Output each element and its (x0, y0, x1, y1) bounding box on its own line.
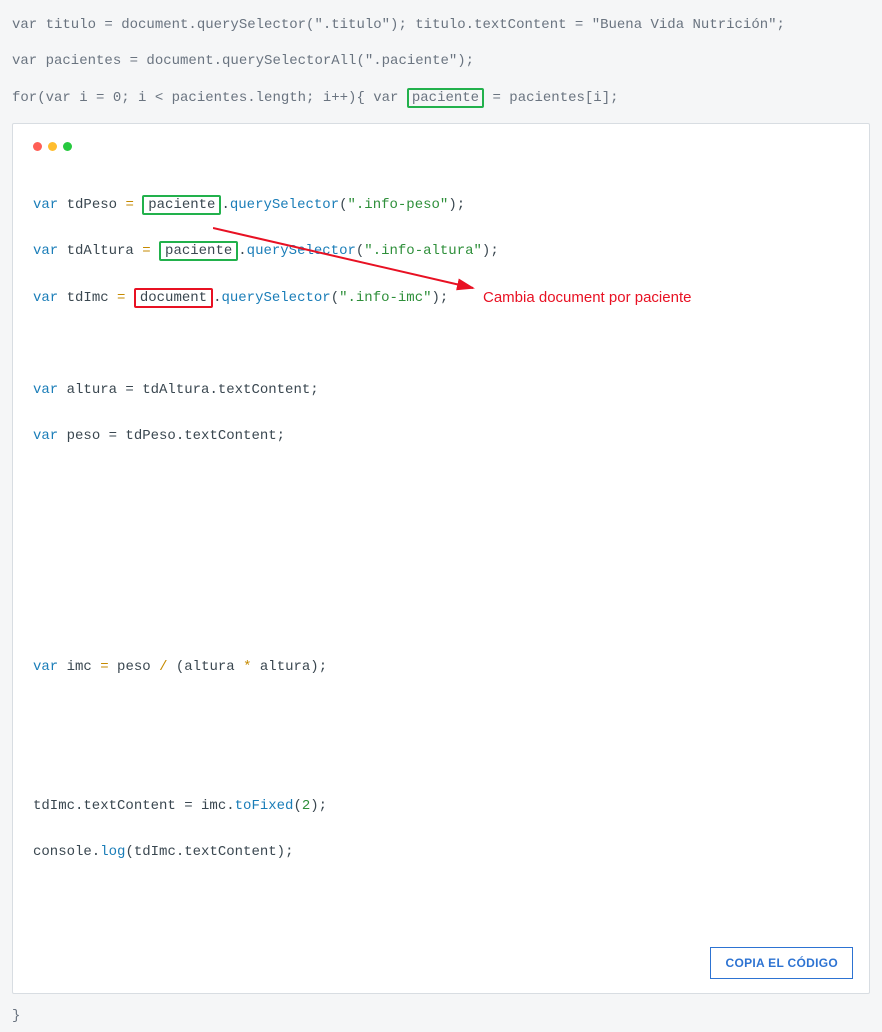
intro-line-3-prefix: for(var i = 0; i < pacientes.length; i++… (12, 90, 407, 106)
id: tdImc (58, 290, 117, 306)
intro-line-3: for(var i = 0; i < pacientes.length; i++… (12, 87, 870, 109)
t: ( (331, 290, 339, 306)
id: tdAltura (58, 243, 142, 259)
code-line-1: var tdPeso = paciente.querySelector(".in… (33, 194, 849, 217)
str: ".info-altura" (364, 243, 482, 259)
t: ( (293, 798, 301, 814)
kw: var (33, 243, 58, 259)
copy-code-button[interactable]: COPIA EL CÓDIGO (710, 947, 853, 979)
op: * (243, 659, 251, 675)
intro-line-3-boxed: paciente (407, 88, 484, 108)
fn: log (100, 844, 125, 860)
t: tdImc.textContent = imc. (33, 798, 235, 814)
code-blank (33, 749, 849, 772)
intro-line-2: var pacientes = document.querySelectorAl… (12, 50, 870, 72)
num: 2 (302, 798, 310, 814)
kw: var (33, 290, 58, 306)
intro-line-1: var titulo = document.querySelector(".ti… (12, 14, 870, 36)
annotation-text: Cambia document por paciente (483, 286, 691, 311)
sp (151, 243, 159, 259)
op: = (100, 659, 108, 675)
highlight-paciente-1: paciente (142, 195, 221, 215)
id: tdPeso (58, 197, 125, 213)
highlight-document: document (134, 288, 213, 308)
kw: var (33, 197, 58, 213)
code-line-6: var peso = tdPeso.textContent; (33, 425, 849, 448)
code-area: var tdPeso = paciente.querySelector(".in… (33, 171, 849, 979)
sp (125, 290, 133, 306)
t: peso = tdPeso.textContent; (58, 428, 285, 444)
kw: var (33, 659, 58, 675)
code-blank (33, 518, 849, 541)
op: = (142, 243, 150, 259)
highlight-paciente-2: paciente (159, 241, 238, 261)
code-line-10: var imc = peso / (altura * altura); (33, 656, 849, 679)
code-line-14: console.log(tdImc.textContent); (33, 841, 849, 864)
str: ".info-peso" (348, 197, 449, 213)
kw: var (33, 382, 58, 398)
window-traffic-lights (33, 142, 849, 151)
fn: toFixed (235, 798, 294, 814)
code-blank (33, 333, 849, 356)
fn: querySelector (230, 197, 339, 213)
t: imc (58, 659, 100, 675)
traffic-dot-red-icon (33, 142, 42, 151)
code-blank (33, 564, 849, 587)
t: console. (33, 844, 100, 860)
t: ); (432, 290, 449, 306)
traffic-dot-green-icon (63, 142, 72, 151)
fn: querySelector (247, 243, 356, 259)
t: ( (339, 197, 347, 213)
t: ); (482, 243, 499, 259)
t: ); (448, 197, 465, 213)
t: (altura (167, 659, 243, 675)
t: peso (109, 659, 159, 675)
kw: var (33, 428, 58, 444)
code-block-card: var tdPeso = paciente.querySelector(".in… (12, 123, 870, 994)
t: altura); (252, 659, 328, 675)
code-blank (33, 702, 849, 725)
str: ".info-imc" (339, 290, 431, 306)
fn: querySelector (221, 290, 330, 306)
t: . (221, 197, 229, 213)
t: (tdImc.textContent); (125, 844, 293, 860)
t: altura = tdAltura.textContent; (58, 382, 318, 398)
code-blank (33, 471, 849, 494)
op: / (159, 659, 167, 675)
closing-brace: } (12, 1008, 870, 1024)
t: . (238, 243, 246, 259)
code-line-2: var tdAltura = paciente.querySelector(".… (33, 240, 849, 263)
code-line-5: var altura = tdAltura.textContent; (33, 379, 849, 402)
op: = (125, 197, 133, 213)
code-blank (33, 610, 849, 633)
traffic-dot-yellow-icon (48, 142, 57, 151)
code-line-3: var tdImc = document.querySelector(".inf… (33, 287, 849, 310)
intro-line-3-suffix: = pacientes[i]; (484, 90, 618, 106)
code-line-13: tdImc.textContent = imc.toFixed(2); (33, 795, 849, 818)
t: ); (310, 798, 327, 814)
sp (134, 197, 142, 213)
